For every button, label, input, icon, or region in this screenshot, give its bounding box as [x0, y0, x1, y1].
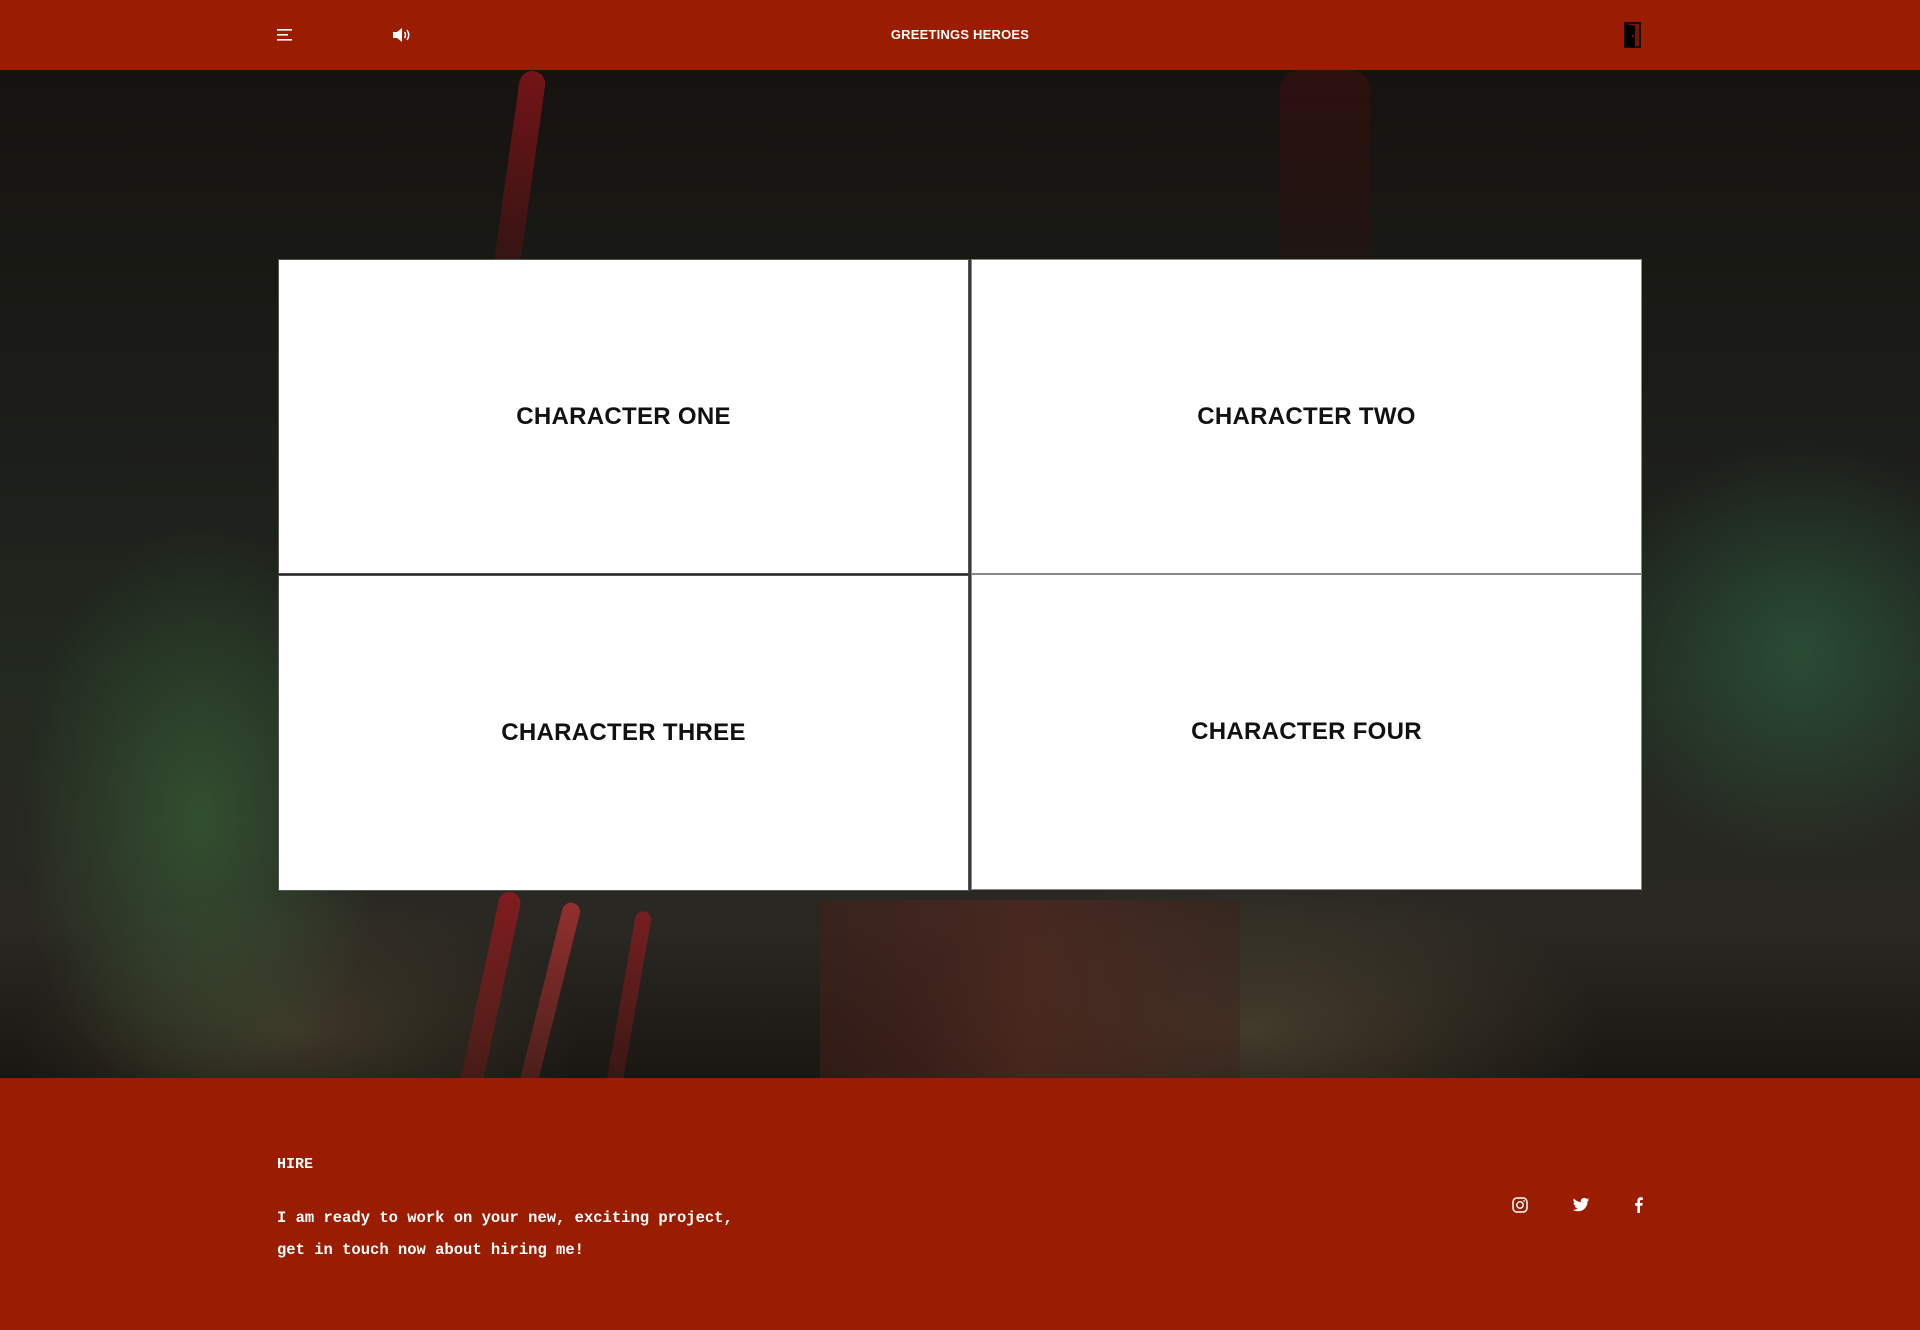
background-streak: [603, 910, 653, 1078]
card-divider: [969, 259, 971, 891]
character-card-three[interactable]: CHARACTER THREE: [278, 575, 969, 891]
character-card-one[interactable]: CHARACTER ONE: [278, 259, 969, 574]
background-streak: [820, 900, 1240, 1078]
background-streak: [516, 900, 582, 1078]
facebook-link[interactable]: [1630, 1196, 1648, 1214]
character-card-label: CHARACTER ONE: [516, 402, 731, 430]
exit-button[interactable]: [1621, 20, 1645, 50]
background-streak: [459, 889, 523, 1078]
hire-message-line: I am ready to work on your new, exciting…: [277, 1209, 733, 1227]
instagram-link[interactable]: [1511, 1196, 1529, 1214]
instagram-icon: [1512, 1197, 1528, 1213]
hire-message-line: get in touch now about hiring me!: [277, 1241, 584, 1259]
character-card-two[interactable]: CHARACTER TWO: [971, 259, 1642, 574]
hire-message: I am ready to work on your new, exciting…: [277, 1202, 797, 1266]
twitter-icon: [1572, 1197, 1590, 1212]
character-card-label: CHARACTER TWO: [1197, 402, 1416, 430]
character-card-four[interactable]: CHARACTER FOUR: [971, 574, 1642, 890]
twitter-link[interactable]: [1572, 1196, 1590, 1214]
character-card-label: CHARACTER FOUR: [1191, 718, 1422, 745]
character-card-label: CHARACTER THREE: [501, 719, 746, 746]
footer: HIRE I am ready to work on your new, exc…: [0, 1078, 1920, 1330]
hire-heading: HIRE: [277, 1156, 314, 1173]
top-bar: GREETINGS HEROES: [0, 0, 1920, 70]
facebook-icon: [1635, 1197, 1643, 1213]
door-exit-icon: [1624, 22, 1641, 48]
